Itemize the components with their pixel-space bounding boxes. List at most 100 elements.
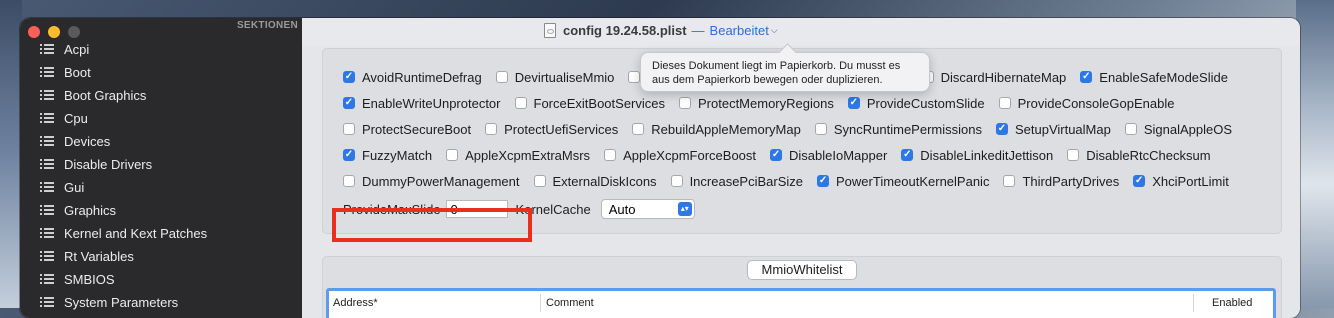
checkbox-unchecked-icon[interactable] [632,123,645,135]
checkbox-checked-icon[interactable] [343,149,355,161]
checkbox-protectsecureboot[interactable]: ProtectSecureBoot [343,122,471,137]
checkbox-avoidruntimedefrag[interactable]: AvoidRuntimeDefrag [343,70,482,85]
tooltip-line-1: Dieses Dokument liegt im Papierkorb. Du … [652,60,901,72]
checkbox-xhciportlimit[interactable]: XhciPortLimit [1133,174,1229,189]
edit-status[interactable]: Bearbeitet [710,23,769,38]
desktop-wallpaper-right [1296,0,1334,308]
checkbox-rebuildapplememorymap[interactable]: RebuildAppleMemoryMap [632,122,801,137]
checkbox-applexcpmforceboost[interactable]: AppleXcpmForceBoost [604,148,756,163]
sidebar-item-label: Devices [64,134,111,149]
checkbox-applexcpmextramsrs[interactable]: AppleXcpmExtraMsrs [446,148,590,163]
list-icon [40,182,54,193]
checkbox-unchecked-icon[interactable] [1067,149,1080,161]
checkbox-disablelinkeditjettison[interactable]: DisableLinkeditJettison [901,148,1053,163]
sidebar-item-kernel-and-kext-patches[interactable]: Kernel and Kext Patches [20,222,302,245]
chevron-down-icon[interactable]: ⌵ [771,25,778,36]
checkbox-unchecked-icon[interactable] [1003,175,1016,187]
sidebar-item-rt-variables[interactable]: Rt Variables [20,245,302,268]
checkbox-dummypowermanagement[interactable]: DummyPowerManagement [343,174,520,189]
checkbox-label: XhciPortLimit [1152,173,1229,189]
sidebar-item-disable-drivers[interactable]: Disable Drivers [20,153,302,176]
kernel-cache-select[interactable]: Auto ▴▾ [600,199,695,219]
list-icon [40,67,54,78]
checkbox-unchecked-icon[interactable] [343,175,355,187]
app-window: SEKTIONEN Acpi Boot Boot Graphics Cpu Device… [20,18,1300,318]
checkbox-thirdpartydrives[interactable]: ThirdPartyDrives [1003,174,1119,189]
checkbox-label: SyncRuntimePermissions [833,121,982,137]
mmio-table[interactable]: Address* Comment Enabled [326,288,1276,318]
checkbox-checked-icon[interactable] [817,175,830,187]
checkbox-increasepcibarsize[interactable]: IncreasePciBarSize [670,174,803,189]
checkbox-devirtualisemmio[interactable]: DevirtualiseMmio [495,70,614,85]
checkbox-enablewriteunprotector[interactable]: EnableWriteUnprotector [343,96,501,111]
checkbox-checked-icon[interactable] [343,71,355,83]
zoom-window-button[interactable] [68,26,80,38]
checkbox-externaldiskicons[interactable]: ExternalDiskIcons [533,174,657,189]
checkbox-syncruntimepermissions[interactable]: SyncRuntimePermissions [814,121,982,137]
checkbox-checked-icon[interactable] [1133,175,1146,187]
checkbox-signalappleos[interactable]: SignalAppleOS [1124,121,1233,137]
sidebar-item-graphics[interactable]: Graphics [20,199,302,222]
checkbox-unchecked-icon[interactable] [533,175,546,187]
checkbox-fuzzymatch[interactable]: FuzzyMatch [343,148,432,163]
checkbox-protectmemoryregions[interactable]: ProtectMemoryRegions [679,96,834,111]
checkbox-unchecked-icon[interactable] [343,123,355,135]
provide-max-slide-highlight [332,208,532,242]
sidebar-item-smbios[interactable]: SMBIOS [20,268,302,291]
checkbox-provideconsolegopenable[interactable]: ProvideConsoleGopEnable [998,95,1175,111]
checkbox-checked-icon[interactable] [343,97,355,109]
list-icon [40,136,54,147]
checkbox-checked-icon[interactable] [1080,71,1093,83]
checkbox-label: SignalAppleOS [1143,121,1233,137]
close-window-button[interactable] [28,26,40,38]
checkbox-unchecked-icon[interactable] [514,97,527,109]
column-header-enabled[interactable]: Enabled [1212,297,1252,309]
minimize-window-button[interactable] [48,26,60,38]
checkbox-powertimeoutkernelpanic[interactable]: PowerTimeoutKernelPanic [817,174,989,189]
list-icon [40,251,54,262]
quirks-row: ProtectSecureBoot ProtectUefiServices Rebu… [343,119,1232,139]
checkbox-unchecked-icon[interactable] [670,175,683,187]
checkbox-disableiomapper[interactable]: DisableIoMapper [770,148,887,163]
list-icon [40,159,54,170]
checkbox-checked-icon[interactable] [901,149,914,161]
checkbox-label: SetupVirtualMap [1014,121,1111,137]
checkbox-protectuefiservices[interactable]: ProtectUefiServices [485,122,618,137]
checkbox-checked-icon[interactable] [847,97,860,109]
checkbox-unchecked-icon[interactable] [1124,123,1137,135]
sidebar-item-boot[interactable]: Boot [20,61,302,84]
checkbox-disablertcchecksum[interactable]: DisableRtcChecksum [1067,148,1211,163]
checkbox-enablesafemodeslide[interactable]: EnableSafeModeSlide [1080,70,1228,85]
checkbox-discardhibernatemap[interactable]: DiscardHibernateMap [921,70,1066,85]
list-icon [40,274,54,285]
column-divider [540,294,541,312]
window-title[interactable]: config 19.24.58.plist — Bearbeitet ⌵ [544,23,778,38]
sidebar-item-system-parameters[interactable]: System Parameters [20,291,302,314]
document-name: config 19.24.58.plist [563,23,687,38]
checkbox-label: DisableIoMapper [789,147,888,163]
mmio-whitelist-button[interactable]: MmioWhitelist [747,260,857,280]
checkbox-unchecked-icon[interactable] [814,123,827,135]
checkbox-label: AppleXcpmExtraMsrs [465,147,591,163]
checkbox-setupvirtualmap[interactable]: SetupVirtualMap [995,121,1111,137]
sidebar-item-acpi[interactable]: Acpi [20,38,302,61]
checkbox-forceexitbootservices[interactable]: ForceExitBootServices [514,96,665,111]
sidebar-item-cpu[interactable]: Cpu [20,107,302,130]
checkbox-unchecked-icon[interactable] [495,71,508,83]
checkbox-unchecked-icon[interactable] [998,97,1011,109]
checkbox-unchecked-icon[interactable] [628,71,641,83]
checkbox-label: EnableSafeModeSlide [1099,69,1228,85]
sidebar-item-boot-graphics[interactable]: Boot Graphics [20,84,302,107]
checkbox-checked-icon[interactable] [995,123,1008,135]
checkbox-unchecked-icon[interactable] [604,149,617,161]
column-header-comment[interactable]: Comment [546,297,594,309]
sidebar-item-gui[interactable]: Gui [20,176,302,199]
checkbox-label: ProvideConsoleGopEnable [1017,95,1175,111]
checkbox-unchecked-icon[interactable] [679,97,691,109]
checkbox-providecustomslide[interactable]: ProvideCustomSlide [847,96,985,111]
checkbox-unchecked-icon[interactable] [485,123,498,135]
sidebar-item-devices[interactable]: Devices [20,130,302,153]
checkbox-unchecked-icon[interactable] [446,149,459,161]
column-header-address[interactable]: Address* [333,297,378,309]
checkbox-checked-icon[interactable] [770,149,783,161]
